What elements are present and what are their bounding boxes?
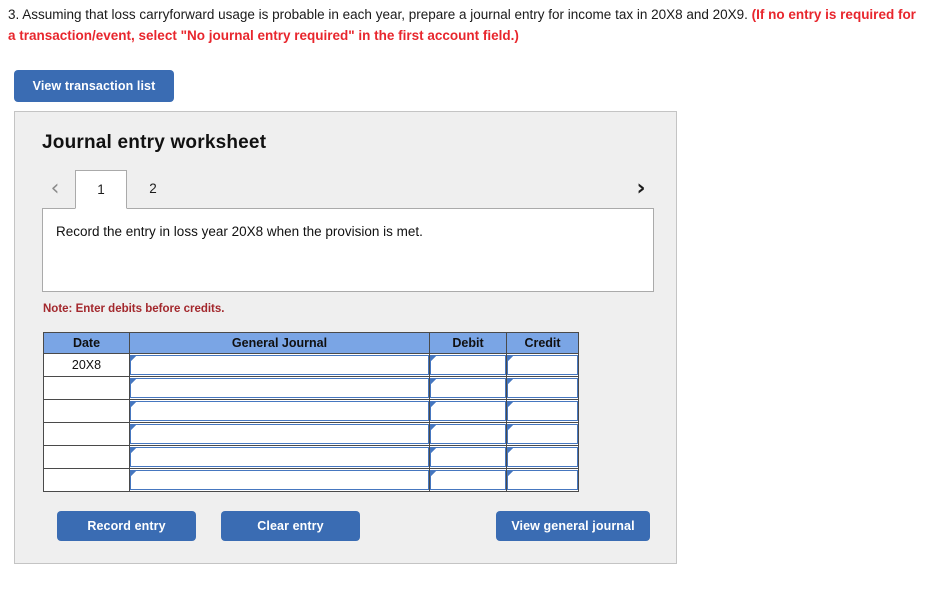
date-cell[interactable]: 20X8 bbox=[43, 353, 130, 377]
general-journal-cell[interactable] bbox=[129, 468, 430, 492]
instruction-text: Record the entry in loss year 20X8 when … bbox=[56, 224, 423, 239]
chevron-right-icon[interactable]: › bbox=[628, 174, 654, 204]
debit-cell[interactable] bbox=[429, 468, 507, 492]
debit-cell[interactable] bbox=[429, 422, 507, 446]
general-journal-cell[interactable] bbox=[129, 376, 430, 400]
debit-input[interactable] bbox=[430, 447, 506, 467]
worksheet-tabstrip: ‹ 1 2 › bbox=[42, 170, 654, 209]
debit-input[interactable] bbox=[430, 355, 506, 375]
table-row bbox=[43, 422, 579, 446]
debit-cell[interactable] bbox=[429, 353, 507, 377]
credit-cell[interactable] bbox=[506, 422, 579, 446]
credit-input[interactable] bbox=[507, 447, 578, 467]
credit-cell[interactable] bbox=[506, 445, 579, 469]
chevron-left-icon[interactable]: ‹ bbox=[42, 174, 68, 204]
debit-input[interactable] bbox=[430, 401, 506, 421]
debit-cell[interactable] bbox=[429, 445, 507, 469]
view-general-journal-button[interactable]: View general journal bbox=[496, 511, 650, 541]
column-header-debit: Debit bbox=[429, 332, 507, 354]
instruction-box: Record the entry in loss year 20X8 when … bbox=[42, 208, 654, 292]
credit-cell[interactable] bbox=[506, 353, 579, 377]
table-header-row: Date General Journal Debit Credit bbox=[43, 332, 579, 354]
general-journal-input[interactable] bbox=[130, 447, 429, 467]
debit-input[interactable] bbox=[430, 470, 506, 490]
table-row: 20X8 bbox=[43, 353, 579, 377]
debits-before-credits-note: Note: Enter debits before credits. bbox=[43, 303, 225, 315]
credit-input[interactable] bbox=[507, 470, 578, 490]
date-cell[interactable] bbox=[43, 399, 130, 423]
general-journal-input[interactable] bbox=[130, 401, 429, 421]
debit-cell[interactable] bbox=[429, 399, 507, 423]
panel-title: Journal entry worksheet bbox=[42, 132, 267, 153]
journal-entry-table: Date General Journal Debit Credit 20X8 bbox=[43, 332, 579, 492]
worksheet-tabs: 1 2 bbox=[75, 170, 179, 209]
date-cell[interactable] bbox=[43, 376, 130, 400]
journal-entry-worksheet-panel: Journal entry worksheet ‹ 1 2 › Record t… bbox=[14, 111, 677, 564]
question-prompt: 3. Assuming that loss carryforward usage… bbox=[8, 4, 924, 46]
date-cell[interactable] bbox=[43, 445, 130, 469]
table-row bbox=[43, 376, 579, 400]
record-entry-button[interactable]: Record entry bbox=[57, 511, 196, 541]
general-journal-cell[interactable] bbox=[129, 422, 430, 446]
date-cell[interactable] bbox=[43, 468, 130, 492]
tab-2[interactable]: 2 bbox=[127, 170, 179, 207]
column-header-date: Date bbox=[43, 332, 130, 354]
table-row bbox=[43, 445, 579, 469]
credit-input[interactable] bbox=[507, 401, 578, 421]
question-main-text: 3. Assuming that loss carryforward usage… bbox=[8, 7, 752, 22]
credit-input[interactable] bbox=[507, 424, 578, 444]
table-row bbox=[43, 399, 579, 423]
general-journal-input[interactable] bbox=[130, 470, 429, 490]
credit-cell[interactable] bbox=[506, 468, 579, 492]
general-journal-cell[interactable] bbox=[129, 399, 430, 423]
tab-1[interactable]: 1 bbox=[75, 170, 127, 209]
view-transaction-list-button[interactable]: View transaction list bbox=[14, 70, 174, 102]
general-journal-input[interactable] bbox=[130, 378, 429, 398]
clear-entry-button[interactable]: Clear entry bbox=[221, 511, 360, 541]
debit-input[interactable] bbox=[430, 378, 506, 398]
debit-input[interactable] bbox=[430, 424, 506, 444]
credit-input[interactable] bbox=[507, 355, 578, 375]
credit-cell[interactable] bbox=[506, 376, 579, 400]
credit-cell[interactable] bbox=[506, 399, 579, 423]
date-cell[interactable] bbox=[43, 422, 130, 446]
column-header-general-journal: General Journal bbox=[129, 332, 430, 354]
general-journal-input[interactable] bbox=[130, 355, 429, 375]
general-journal-cell[interactable] bbox=[129, 353, 430, 377]
column-header-credit: Credit bbox=[506, 332, 579, 354]
table-row bbox=[43, 468, 579, 492]
general-journal-cell[interactable] bbox=[129, 445, 430, 469]
debit-cell[interactable] bbox=[429, 376, 507, 400]
general-journal-input[interactable] bbox=[130, 424, 429, 444]
credit-input[interactable] bbox=[507, 378, 578, 398]
